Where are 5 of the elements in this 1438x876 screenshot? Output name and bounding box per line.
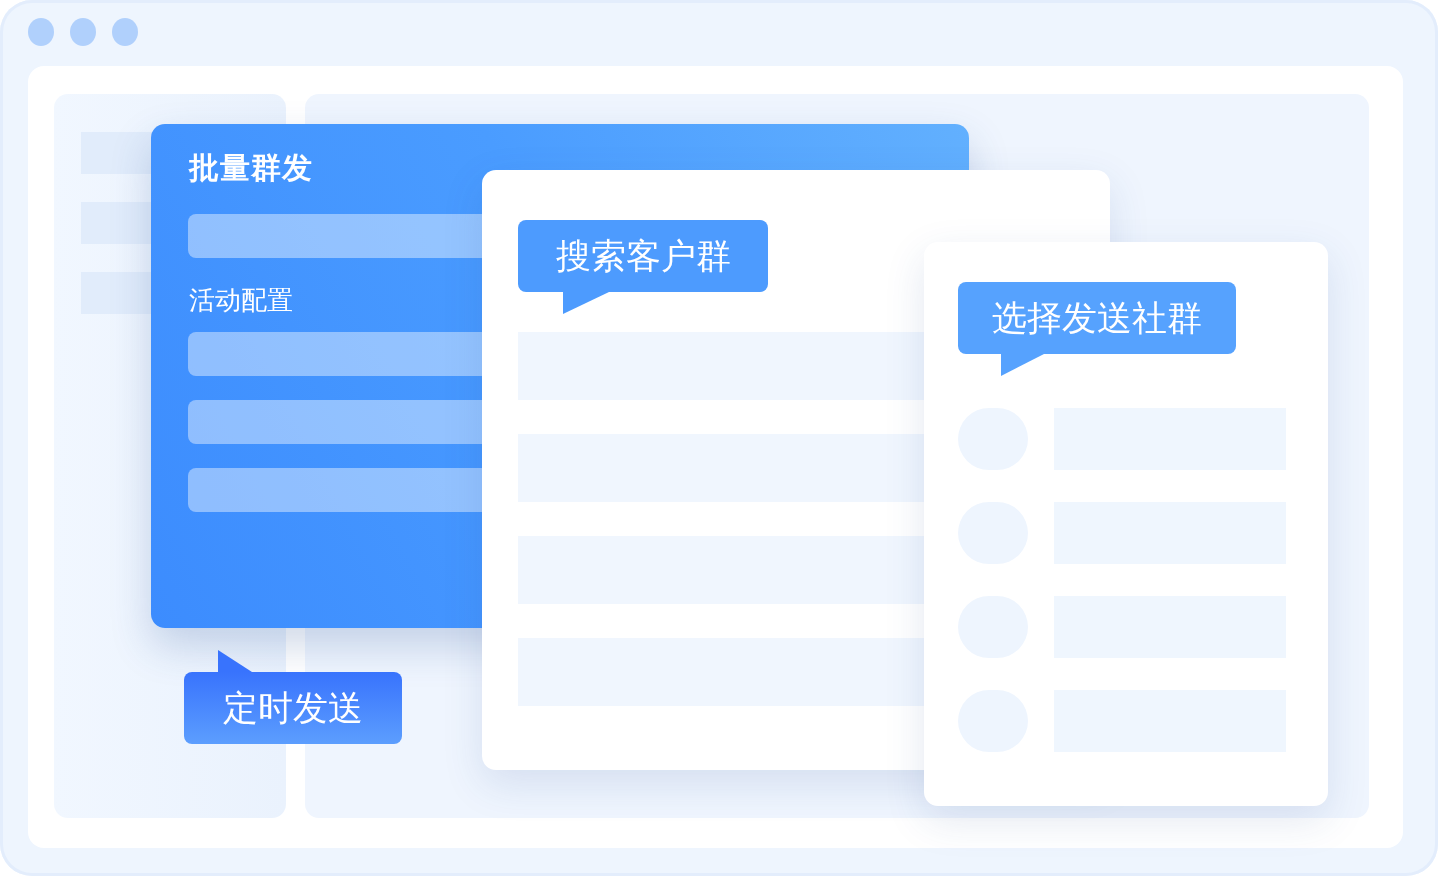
section-label: 活动配置 bbox=[189, 284, 293, 317]
card-title: 批量群发 bbox=[189, 150, 313, 186]
window-dot-icon bbox=[28, 18, 54, 46]
window-dot-icon bbox=[70, 18, 96, 46]
window-dot-icon bbox=[112, 18, 138, 46]
